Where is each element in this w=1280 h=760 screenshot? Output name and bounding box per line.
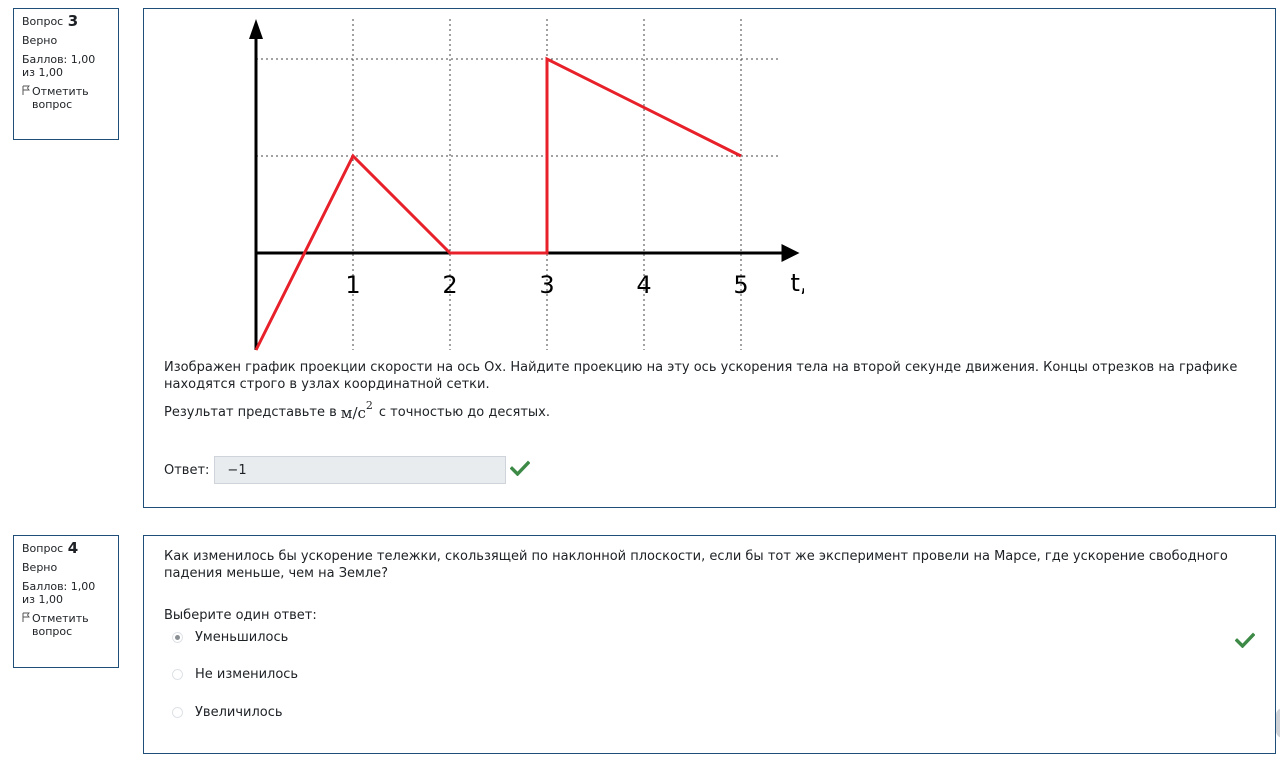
radio-button[interactable] [172, 632, 183, 643]
answer-option-label: Не изменилось [195, 667, 299, 682]
question-grade: Баллов: 1,00 из 1,00 [22, 53, 96, 79]
x-tick-label: 4 [636, 271, 651, 299]
answer-option[interactable]: Увеличилось [172, 705, 283, 720]
question-text: Как изменилось бы ускорение тележки, ско… [164, 549, 1228, 581]
question-number: Вопрос 4 [22, 539, 79, 557]
question-4-info: Вопрос 4 Верно Баллов: 1,00 из 1,00 Отме… [13, 535, 119, 668]
unit-exponent: 2 [365, 399, 373, 412]
question-text: Изображен график проекции скорости на ос… [164, 360, 1238, 392]
radio-button[interactable] [172, 707, 183, 718]
answer-row: Ответ: [164, 456, 531, 484]
y-axis-arrow [249, 19, 263, 39]
flag-icon [22, 85, 30, 99]
x-tick-label: 3 [539, 271, 554, 299]
x-tick-label: 1 [345, 271, 360, 299]
question-state: Верно [22, 34, 58, 47]
result-instruction: Результат представьте в м/с2 с точностью… [164, 399, 550, 422]
radio-button[interactable] [172, 669, 183, 680]
flag-icon [22, 612, 30, 626]
series-line [254, 56, 742, 351]
x-tick-label: 5 [733, 271, 748, 299]
answer-option-label: Увеличилось [195, 705, 283, 720]
flag-question-label: Отметить вопрос [32, 85, 89, 111]
scroll-handle[interactable] [1276, 708, 1280, 738]
flag-question-link[interactable]: Отметить вопрос [22, 85, 111, 111]
question-3-content: 12345-1012V,м/сt,с Изображен график прое… [143, 8, 1276, 508]
flag-question-link[interactable]: Отметить вопрос [22, 612, 111, 638]
x-tick-label: 2 [442, 271, 457, 299]
answer-option[interactable]: Не изменилось [172, 667, 298, 682]
question-state: Верно [22, 561, 58, 574]
check-icon [510, 460, 531, 480]
answer-label: Ответ: [164, 462, 210, 478]
question-number-value: 3 [67, 12, 79, 30]
answer-prompt: Выберите один ответ: [164, 608, 317, 623]
question-4-content: Как изменилось бы ускорение тележки, ско… [143, 535, 1276, 754]
velocity-chart: 12345-1012V,м/сt,с [249, 19, 805, 351]
flag-question-label: Отметить вопрос [32, 612, 89, 638]
unit-formula: м/с2 [340, 399, 373, 422]
unit-base: м/с [340, 404, 366, 422]
question-3-info: Вопрос 3 Верно Баллов: 1,00 из 1,00 Отме… [13, 8, 119, 140]
answer-input[interactable] [214, 456, 507, 484]
x-axis-label: t,с [791, 269, 805, 297]
question-number-value: 4 [67, 539, 79, 557]
question-grade: Баллов: 1,00 из 1,00 [22, 580, 96, 606]
answer-option[interactable]: Уменьшилось [172, 630, 288, 645]
answer-option-label: Уменьшилось [195, 630, 289, 645]
question-number: Вопрос 3 [22, 12, 79, 30]
result-prefix: Результат представьте в [164, 404, 337, 420]
check-icon [1234, 632, 1256, 652]
x-axis-arrow [781, 244, 800, 262]
result-suffix: с точностью до десятых. [378, 404, 550, 420]
